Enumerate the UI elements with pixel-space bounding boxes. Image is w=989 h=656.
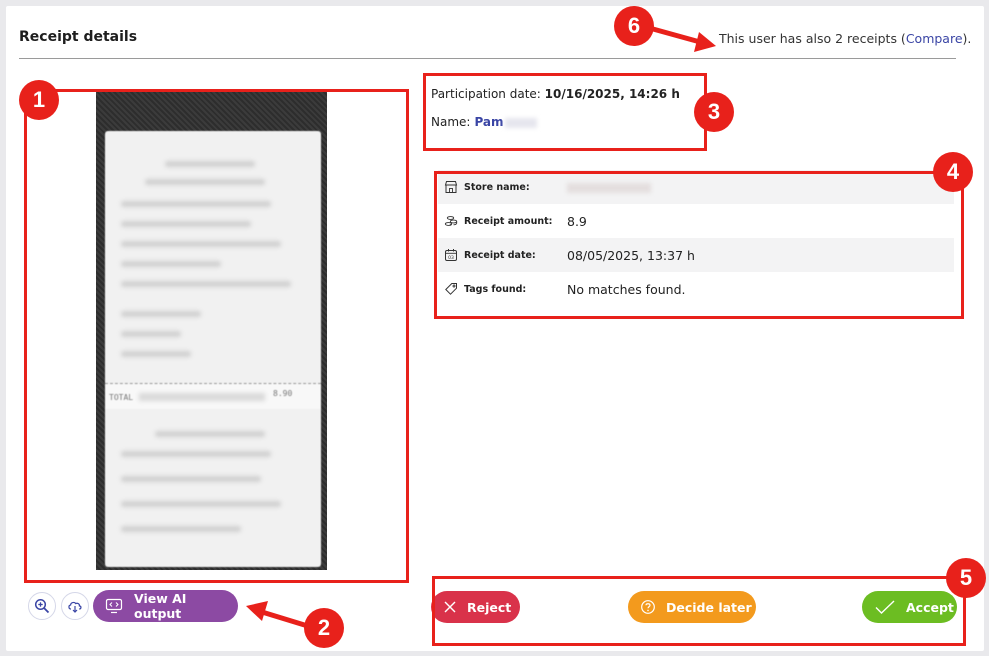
- view-ai-output-button[interactable]: View AI output: [93, 590, 238, 622]
- compare-link[interactable]: Compare: [906, 31, 963, 46]
- annotation-box-1: [24, 89, 409, 583]
- annotation-badge-5: 5: [946, 558, 986, 598]
- download-button[interactable]: [61, 592, 89, 620]
- annotation-badge-6: 6: [614, 6, 654, 46]
- cloud-download-icon: [68, 601, 82, 613]
- annotation-box-4: [434, 171, 964, 319]
- title-divider: [19, 58, 956, 59]
- other-receipts-suffix: ).: [962, 31, 972, 46]
- annotation-badge-1: 1: [19, 80, 59, 120]
- code-monitor-icon: [105, 598, 123, 614]
- zoom-in-icon: [34, 598, 50, 614]
- page-title: Receipt details: [19, 29, 138, 45]
- other-receipts-prefix: This user has also 2 receipts (: [719, 31, 906, 46]
- annotation-box-3: [423, 73, 707, 151]
- annotation-box-5: [432, 576, 966, 646]
- zoom-in-button[interactable]: [28, 592, 56, 620]
- other-receipts-note: This user has also 2 receipts (Compare).: [719, 31, 971, 46]
- view-ai-output-label: View AI output: [133, 591, 187, 621]
- annotation-badge-4: 4: [933, 152, 973, 192]
- annotation-badge-3: 3: [694, 92, 734, 132]
- annotation-badge-2: 2: [304, 608, 344, 648]
